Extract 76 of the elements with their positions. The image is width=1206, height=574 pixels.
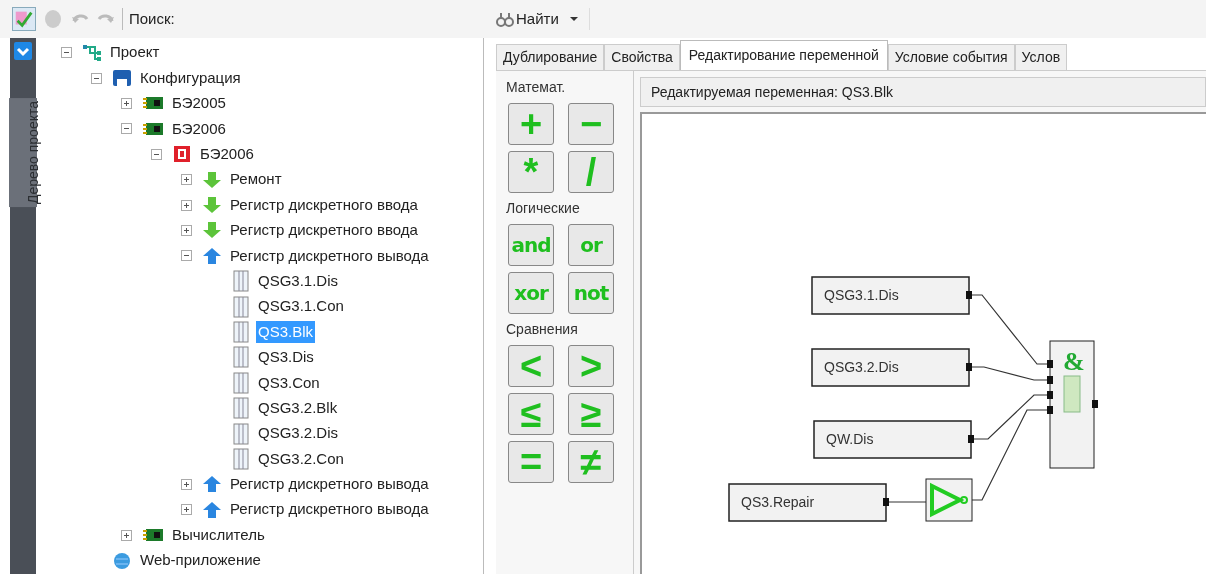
register-icon xyxy=(232,371,250,394)
register-icon xyxy=(232,270,250,293)
tree-item[interactable]: Ремонт xyxy=(228,168,284,191)
variable-block[interactable] xyxy=(811,348,972,387)
collapse-icon[interactable] xyxy=(90,72,102,84)
and-gate[interactable] xyxy=(1047,340,1098,469)
register-icon xyxy=(232,422,250,445)
expand-icon[interactable] xyxy=(120,529,132,541)
circuit-board-icon xyxy=(142,527,164,544)
module-icon xyxy=(172,145,192,164)
variable-block[interactable] xyxy=(728,483,889,522)
tree-item[interactable]: Регистр дискретного ввода xyxy=(228,193,420,217)
register-icon xyxy=(232,321,250,343)
find-button[interactable]: Найти xyxy=(494,7,561,31)
binoculars-icon xyxy=(496,10,514,28)
variable-block[interactable] xyxy=(813,420,974,459)
tree-item[interactable]: БЭ2005 xyxy=(170,92,228,115)
section-label: Математ. xyxy=(506,78,567,97)
tab[interactable]: Дублирование xyxy=(496,44,605,70)
register-icon xyxy=(232,447,250,470)
expand-icon[interactable] xyxy=(180,504,192,516)
tree-item[interactable]: QSG3.1.Con xyxy=(256,295,346,318)
editor-header: Редактируемая переменная: QS3.Blk xyxy=(640,77,1206,107)
globe-icon xyxy=(112,551,132,570)
tree-item[interactable]: Проект xyxy=(108,41,162,64)
tree-item[interactable]: Регистр дискретного вывода xyxy=(228,473,431,496)
tree-item[interactable]: Регистр дискретного вывода xyxy=(228,244,431,268)
tree-item[interactable]: QS3.Dis xyxy=(256,346,316,369)
tree-item[interactable]: Конфигурация xyxy=(138,66,243,90)
block-label: QSG3.2.Dis xyxy=(824,359,899,375)
tab[interactable]: Условие события xyxy=(887,44,1015,70)
section-label: Логические xyxy=(506,199,581,218)
tree-item[interactable]: QSG3.1.Dis xyxy=(256,269,341,293)
up-arrow-icon xyxy=(202,246,222,265)
block-label: QSG3.1.Dis xyxy=(824,287,899,303)
tree-item[interactable]: Регистр дискретного ввода xyxy=(228,219,420,242)
tree-item[interactable]: БЭ2006 xyxy=(170,117,228,141)
gate-symbol: & xyxy=(1063,347,1085,376)
tree-item[interactable]: QSG3.2.Con xyxy=(256,447,346,471)
block-label: QS3.Repair xyxy=(741,494,815,510)
tree-item[interactable]: Web-приложение xyxy=(138,549,263,572)
search-label: Поиск: xyxy=(129,8,175,29)
up-arrow-icon xyxy=(202,475,222,494)
expand-icon[interactable] xyxy=(180,224,192,236)
tree-item[interactable]: БЭ2006 xyxy=(198,143,256,166)
down-arrow-icon xyxy=(202,170,222,189)
tree-item[interactable]: QSG3.2.Dis xyxy=(256,422,341,445)
expand-icon[interactable] xyxy=(180,174,192,186)
circuit-board-icon xyxy=(142,95,164,112)
up-arrow-icon xyxy=(202,500,222,519)
tab[interactable]: Свойства xyxy=(604,44,680,70)
collapse-icon[interactable] xyxy=(150,148,162,160)
tree-item[interactable]: Вычислитель xyxy=(170,523,267,547)
not-gate[interactable] xyxy=(925,478,973,522)
tab[interactable]: Редактирование переменной xyxy=(679,40,888,70)
section-label: Сравнения xyxy=(506,320,579,339)
block-label: QW.Dis xyxy=(826,431,874,447)
tree-item[interactable]: QSG3.2.Blk xyxy=(256,396,340,420)
expand-icon[interactable] xyxy=(180,478,192,490)
expand-icon[interactable] xyxy=(120,97,132,109)
down-arrow-icon xyxy=(202,196,222,215)
expand-icon[interactable] xyxy=(180,199,192,211)
circuit-board-icon xyxy=(142,120,164,137)
tree-item[interactable]: Регистр дискретного вывода xyxy=(228,498,431,521)
collapse-icon[interactable] xyxy=(60,47,72,59)
register-icon xyxy=(232,295,250,318)
checklist-icon[interactable] xyxy=(12,7,36,31)
collapse-icon[interactable] xyxy=(180,250,192,262)
tree-item[interactable]: QS3.Con xyxy=(256,371,322,394)
tab[interactable]: Услов xyxy=(1014,44,1068,70)
down-arrow-icon xyxy=(202,221,222,240)
register-icon xyxy=(232,346,250,369)
network-icon xyxy=(82,43,102,62)
collapse-icon[interactable] xyxy=(120,123,132,135)
variable-block[interactable] xyxy=(811,276,972,315)
register-icon xyxy=(232,397,250,420)
